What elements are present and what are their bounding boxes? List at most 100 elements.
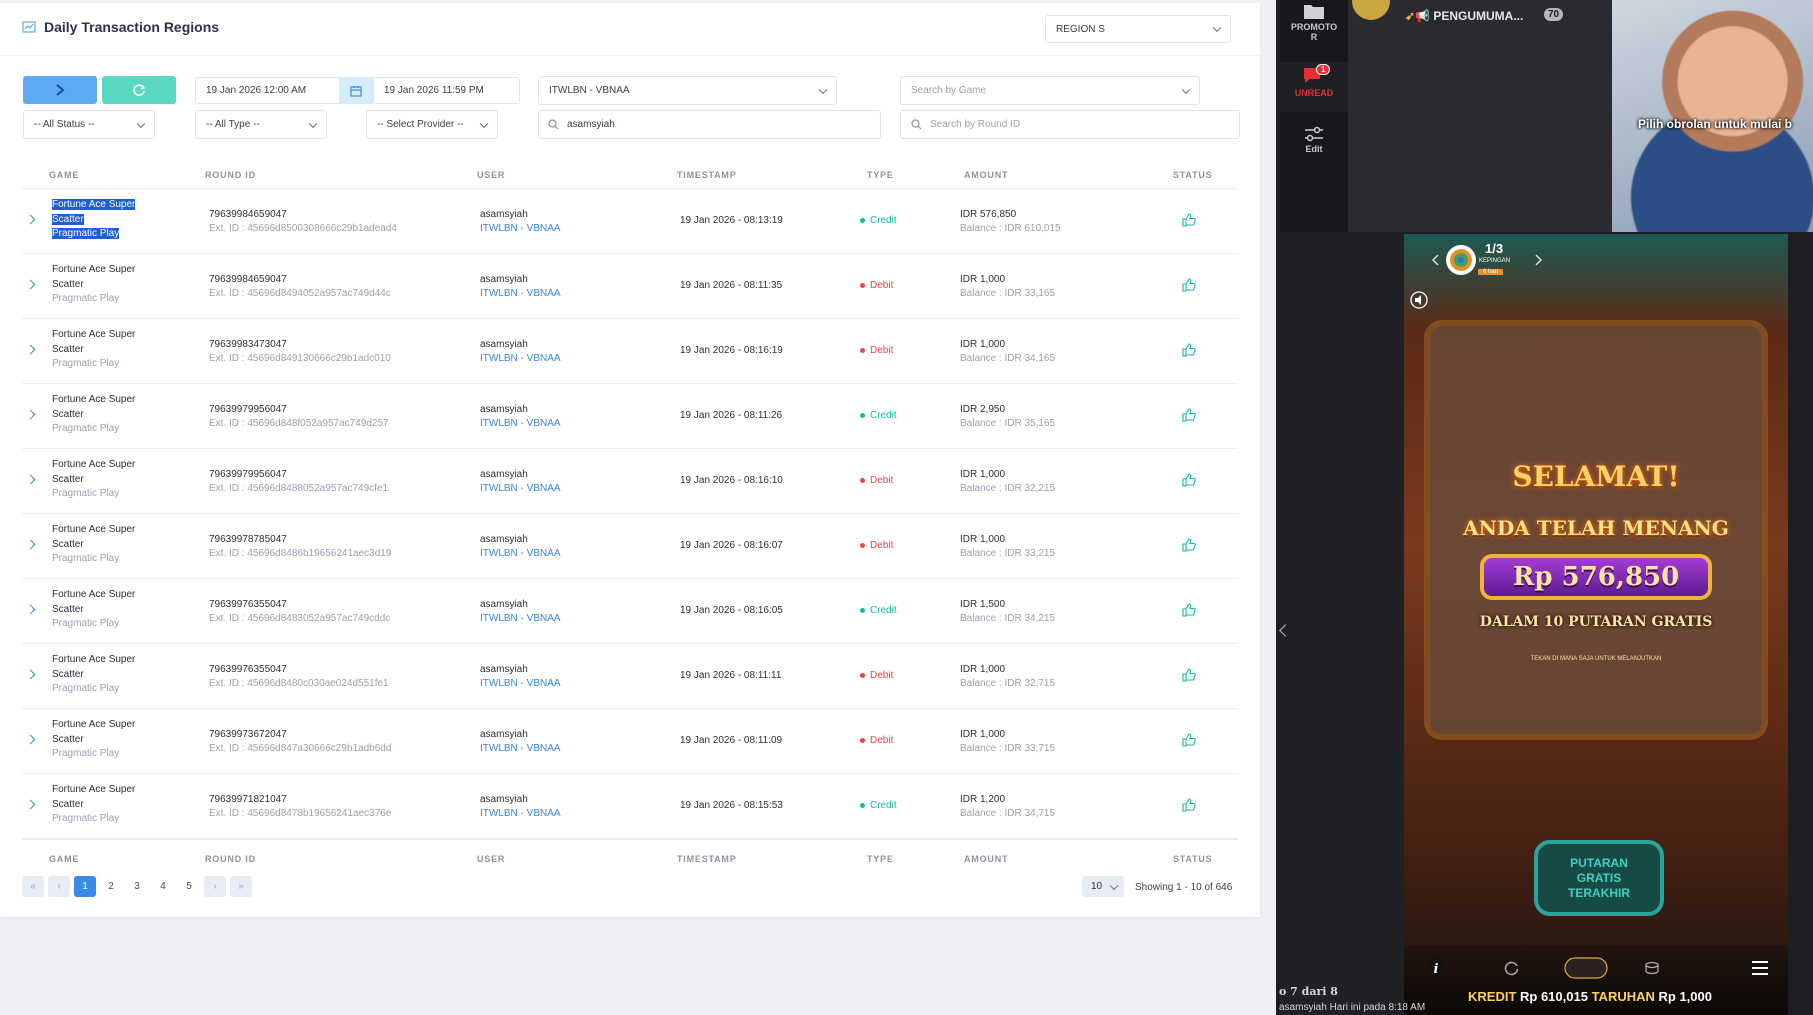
- table-row[interactable]: Fortune Ace Super Scatter Pragmatic Play 79…: [22, 709, 1238, 774]
- table-row[interactable]: Fortune Ace Super Scatter Pragmatic Play 79…: [22, 254, 1238, 319]
- expand-row-icon[interactable]: [25, 279, 36, 290]
- user-cell: asamsyiah ITWLBN - VBNAA: [480, 598, 561, 626]
- table-row[interactable]: Fortune Ace Super Scatter Pragmatic Play 79…: [22, 384, 1238, 449]
- thumbs-up-icon[interactable]: [1182, 798, 1196, 812]
- type-dot: [860, 608, 865, 613]
- calendar-icon: [350, 85, 362, 97]
- col-amount: AMOUNT: [964, 854, 1009, 864]
- provider-select[interactable]: -- Select Provider --: [366, 110, 498, 139]
- expand-row-icon[interactable]: [25, 214, 36, 225]
- user-cell: asamsyiah ITWLBN - VBNAA: [480, 468, 561, 496]
- game-provider: Pragmatic Play: [52, 813, 120, 824]
- thumbs-up-icon[interactable]: [1182, 213, 1196, 227]
- expand-row-icon[interactable]: [25, 409, 36, 420]
- table-row[interactable]: Fortune Ace Super Scatter Pragmatic Play 79…: [22, 189, 1238, 254]
- thumbs-up-icon[interactable]: [1182, 538, 1196, 552]
- amount: IDR 1,000: [960, 339, 1006, 350]
- rail-promo-label: PROMOTO: [1290, 22, 1338, 32]
- thumbs-up-icon[interactable]: [1182, 473, 1196, 487]
- chat-channel-item[interactable]: ➶📢 PENGUMUMA...: [1405, 9, 1523, 23]
- page-first-button[interactable]: «: [22, 876, 44, 897]
- status-select[interactable]: -- All Status --: [23, 110, 155, 139]
- agent-link[interactable]: ITWLBN - VBNAA: [480, 352, 561, 366]
- amount-cell: IDR 1,000 Balance : IDR 34,165: [960, 338, 1055, 366]
- round-cell: 79639979956047 Ext. ID : 45696d848f052a95…: [209, 403, 389, 431]
- agent-select[interactable]: ITWLBN - VBNAA: [538, 76, 837, 105]
- table-row[interactable]: Fortune Ace Super Scatter Pragmatic Play 79…: [22, 579, 1238, 644]
- page-5-button[interactable]: 5: [178, 876, 200, 897]
- page-next-button[interactable]: ›: [204, 876, 226, 897]
- thumbs-up-icon[interactable]: [1182, 408, 1196, 422]
- expand-row-icon[interactable]: [25, 799, 36, 810]
- game-provider: Pragmatic Play: [52, 423, 120, 434]
- agent-link[interactable]: ITWLBN - VBNAA: [480, 807, 561, 821]
- next-button[interactable]: [23, 76, 97, 104]
- chat-rail: PROMOTO R 1 UNREAD Edit: [1280, 0, 1348, 232]
- table-row[interactable]: Fortune Ace Super Scatter Pragmatic Play 79…: [22, 319, 1238, 384]
- search-game-select[interactable]: Search by Game: [900, 76, 1200, 105]
- table-row[interactable]: Fortune Ace Super Scatter Pragmatic Play 79…: [22, 449, 1238, 514]
- thumbs-up-icon[interactable]: [1182, 733, 1196, 747]
- page-4-button[interactable]: 4: [152, 876, 174, 897]
- region-select[interactable]: REGION S: [1045, 15, 1231, 43]
- game-name: Fortune Ace Super: [52, 394, 136, 405]
- page-3-button[interactable]: 3: [126, 876, 148, 897]
- table-row[interactable]: Fortune Ace Super Scatter Pragmatic Play 79…: [22, 644, 1238, 709]
- ext-id: Ext. ID : 45696d8483052a957ac749cddc: [209, 613, 391, 624]
- agent-link[interactable]: ITWLBN - VBNAA: [480, 417, 561, 431]
- ext-id: Ext. ID : 45696d8500308666c29b1adead4: [209, 223, 397, 234]
- round-cell: 79639983473047 Ext. ID : 45696d849130666c…: [209, 338, 391, 366]
- rail-item-edit[interactable]: Edit: [1280, 126, 1348, 154]
- round-cell: 79639978785047 Ext. ID : 45696d8486b19656…: [209, 533, 391, 561]
- type-badge: Debit: [860, 670, 893, 681]
- coins-icon[interactable]: [1644, 960, 1660, 976]
- rail-item-unread[interactable]: 1 UNREAD: [1280, 62, 1348, 112]
- type-select-value: -- All Type --: [206, 119, 260, 130]
- table-row[interactable]: Fortune Ace Super Scatter Pragmatic Play 79…: [22, 774, 1238, 839]
- round-search-input[interactable]: Search by Round ID: [900, 110, 1240, 139]
- info-icon[interactable]: i: [1426, 958, 1446, 978]
- thumbs-up-icon[interactable]: [1182, 343, 1196, 357]
- expand-row-icon[interactable]: [25, 344, 36, 355]
- game-name-2: Scatter: [52, 408, 84, 420]
- thumbs-up-icon[interactable]: [1182, 668, 1196, 682]
- expand-row-icon[interactable]: [25, 474, 36, 485]
- expand-row-icon[interactable]: [25, 604, 36, 615]
- chat-placeholder-caption: Pilih obrolan untuk mulai b: [1638, 117, 1793, 131]
- agent-link[interactable]: ITWLBN - VBNAA: [480, 287, 561, 301]
- per-page-select[interactable]: 10: [1082, 876, 1124, 897]
- agent-link[interactable]: ITWLBN - VBNAA: [480, 482, 561, 496]
- page-last-button[interactable]: »: [230, 876, 252, 897]
- expand-row-icon[interactable]: [25, 669, 36, 680]
- spin-icon[interactable]: [1564, 957, 1608, 979]
- rail-item-promotor[interactable]: PROMOTO R: [1280, 2, 1348, 42]
- type-select[interactable]: -- All Type --: [195, 110, 327, 139]
- type-dot: [860, 218, 865, 223]
- expand-row-icon[interactable]: [25, 539, 36, 550]
- thumbs-up-icon[interactable]: [1182, 278, 1196, 292]
- agent-link[interactable]: ITWLBN - VBNAA: [480, 677, 561, 691]
- page-prev-button[interactable]: ‹: [48, 876, 70, 897]
- user-search-input[interactable]: asamsyiah: [538, 110, 881, 139]
- game-cell: Fortune Ace Super Scatter Pragmatic Play: [52, 588, 135, 632]
- type-badge: Credit: [860, 410, 897, 421]
- refresh-button[interactable]: [102, 76, 176, 104]
- round-cell: 79639971821047 Ext. ID : 45696d8478b19656…: [209, 793, 391, 821]
- agent-link[interactable]: ITWLBN - VBNAA: [480, 742, 561, 756]
- agent-link[interactable]: ITWLBN - VBNAA: [480, 547, 561, 561]
- expand-row-icon[interactable]: [25, 734, 36, 745]
- thumbs-up-icon[interactable]: [1182, 603, 1196, 617]
- date-from-input[interactable]: 19 Jan 2026 12:00 AM: [195, 77, 341, 104]
- autoplay-icon[interactable]: [1504, 960, 1520, 976]
- last-free-spins-button[interactable]: PUTARAN GRATIS TERAKHIR: [1534, 840, 1664, 916]
- sound-icon[interactable]: [1410, 291, 1428, 309]
- agent-link[interactable]: ITWLBN - VBNAA: [480, 612, 561, 626]
- table-row[interactable]: Fortune Ace Super Scatter Pragmatic Play 79…: [22, 514, 1238, 579]
- menu-icon[interactable]: [1750, 959, 1770, 977]
- type-label: Credit: [870, 410, 897, 421]
- page-1-button[interactable]: 1: [74, 876, 96, 897]
- page-2-button[interactable]: 2: [100, 876, 122, 897]
- agent-link[interactable]: ITWLBN - VBNAA: [480, 222, 561, 236]
- calendar-button[interactable]: [339, 77, 373, 104]
- date-to-input[interactable]: 19 Jan 2026 11:59 PM: [373, 77, 520, 104]
